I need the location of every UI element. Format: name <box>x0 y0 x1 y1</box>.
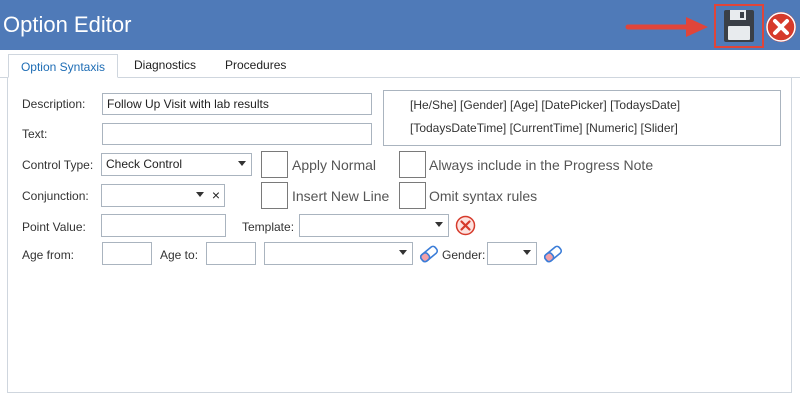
tab-diagnostics[interactable]: Diagnostics <box>134 58 196 72</box>
gender-select[interactable] <box>487 242 537 265</box>
chevron-down-icon <box>523 250 531 255</box>
point-value-input[interactable] <box>101 214 226 237</box>
always-include-checkbox[interactable] <box>399 151 426 178</box>
always-include-label: Always include in the Progress Note <box>429 157 654 173</box>
insert-new-line-checkbox[interactable] <box>261 182 288 209</box>
age-unit-select[interactable] <box>264 242 413 265</box>
window-title: Option Editor <box>3 12 132 37</box>
conjunction-label: Conjunction: <box>22 189 89 203</box>
age-from-input[interactable] <box>102 242 152 265</box>
control-type-select[interactable]: Check Control <box>101 153 252 176</box>
apply-normal-checkbox[interactable] <box>261 151 288 178</box>
chevron-down-icon <box>196 192 204 197</box>
age-to-input[interactable] <box>206 242 256 265</box>
text-input[interactable] <box>102 123 372 145</box>
floppy-disk-icon <box>724 10 754 42</box>
tab-option-syntaxis[interactable]: Option Syntaxis <box>8 54 118 78</box>
chevron-down-icon <box>399 250 407 255</box>
text-label: Text: <box>22 127 48 141</box>
clear-template-icon[interactable] <box>455 215 476 236</box>
chevron-down-icon <box>238 161 246 166</box>
close-button[interactable] <box>766 12 796 42</box>
red-arrow-icon <box>625 17 708 37</box>
save-button[interactable] <box>714 4 764 48</box>
control-type-label: Control Type: <box>22 158 94 172</box>
conjunction-select[interactable]: × <box>101 184 225 207</box>
clear-icon[interactable]: × <box>212 187 220 203</box>
omit-syntax-label: Omit syntax rules <box>429 188 538 204</box>
age-from-label: Age from: <box>22 248 75 262</box>
macros-row-2[interactable]: [TodaysDateTime] [CurrentTime] [Numeric]… <box>410 121 678 135</box>
description-input[interactable]: Follow Up Visit with lab results <box>102 93 372 115</box>
eraser-icon[interactable] <box>542 244 564 264</box>
eraser-icon[interactable] <box>418 244 440 264</box>
point-value-label: Point Value: <box>22 220 86 234</box>
close-icon <box>766 12 796 42</box>
template-label: Template: <box>242 220 295 234</box>
insert-new-line-label: Insert New Line <box>292 188 390 204</box>
chevron-down-icon <box>435 222 443 227</box>
description-label: Description: <box>22 97 86 111</box>
tab-procedures[interactable]: Procedures <box>225 58 286 72</box>
age-to-label: Age to: <box>160 248 199 262</box>
gender-label: Gender: <box>442 248 486 262</box>
control-type-value: Check Control <box>106 157 183 171</box>
macros-row-1[interactable]: [He/She] [Gender] [Age] [DatePicker] [To… <box>410 98 680 112</box>
omit-syntax-checkbox[interactable] <box>399 182 426 209</box>
apply-normal-label: Apply Normal <box>292 157 377 173</box>
template-select[interactable] <box>299 214 449 237</box>
